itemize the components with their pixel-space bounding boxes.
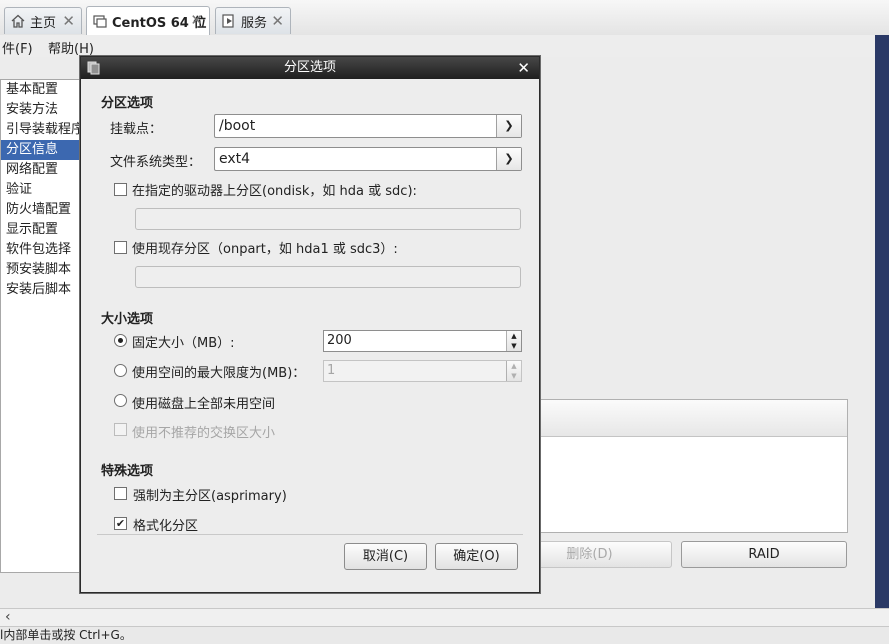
sidebar-item-firewall[interactable]: 防火墙配置 [1,200,81,220]
close-icon[interactable]: ✕ [190,11,203,29]
fs-type-label: 文件系统类型： [110,155,202,170]
tab-services[interactable]: 服务 ✕ [215,7,291,34]
vm-icon [93,15,107,28]
dialog-title: 分区选项 [283,60,336,75]
partition-options-dialog: 分区选项 ✕ 分区选项 挂载点： /boot ❯ 文件系统类型： ext4 ❯ … [80,56,540,593]
dialog-separator [97,534,523,535]
chevron-down-icon[interactable]: ❯ [496,115,521,137]
tab-centos[interactable]: CentOS 64 位 ✕ [86,6,210,35]
close-icon[interactable]: ✕ [517,57,530,79]
spin-arrows-icon[interactable]: ▲ ▼ [506,331,521,351]
onpart-label[interactable]: 使用现存分区（onpart，如 hda1 或 sdc3）: [132,238,398,257]
section-special-heading: 特殊选项 [101,464,154,479]
partition-table-header [538,400,847,437]
sidebar-item-network[interactable]: 网络配置 [1,160,81,180]
asprimary-checkbox[interactable] [114,487,127,500]
swap-checkbox[interactable] [114,423,127,436]
mount-point-value[interactable]: /boot [219,118,255,134]
max-size-spinner[interactable]: 1 ▲ ▼ [323,360,522,382]
close-icon[interactable]: ✕ [271,12,284,30]
sidebar-item-bootloader[interactable]: 引导装载程序 [1,120,81,140]
asprimary-label[interactable]: 强制为主分区(asprimary) [133,485,287,504]
close-icon[interactable]: ✕ [62,12,75,30]
sidebar-item-install-method[interactable]: 安装方法 [1,100,81,120]
spin-arrows-icon[interactable]: ▲ ▼ [506,361,521,381]
fixed-size-spinner[interactable]: 200 ▲ ▼ [323,330,522,352]
onpart-checkbox[interactable] [114,241,127,254]
partition-table[interactable] [537,399,848,533]
mount-point-combo[interactable]: /boot ❯ [214,114,522,138]
tab-label: 服务 [241,15,268,31]
max-size-label[interactable]: 使用空间的最大限度为(MB)： [132,362,305,381]
sidebar-item-auth[interactable]: 验证 [1,180,81,200]
section-size-heading: 大小选项 [101,312,154,327]
tab-home[interactable]: 主页 ✕ [4,7,82,34]
ok-button[interactable]: 确定(O) [435,543,518,570]
ondisk-checkbox[interactable] [114,183,127,196]
horizontal-scrollbar[interactable]: ‹ [0,608,889,626]
fixed-size-label[interactable]: 固定大小（MB）: [132,332,235,351]
cancel-button[interactable]: 取消(C) [344,543,427,570]
sidebar-item-pre-script[interactable]: 预安装脚本 [1,260,81,280]
format-label[interactable]: 格式化分区 [133,515,198,534]
mount-point-label: 挂载点： [110,122,163,137]
home-icon [11,14,25,28]
fs-type-value: ext4 [219,151,251,167]
menu-bar: 件(F) 帮助(H) [0,35,889,58]
ondisk-label[interactable]: 在指定的驱动器上分区(ondisk，如 hda 或 sdc): [132,180,417,199]
sidebar-item-packages[interactable]: 软件包选择 [1,240,81,260]
sidebar-item-partition[interactable]: 分区信息 [1,140,81,160]
fixed-size-radio[interactable] [114,334,127,347]
config-sidebar: 基本配置 安装方法 引导装载程序 分区信息 网络配置 验证 防火墙配置 显示配置… [0,79,82,573]
onpart-input[interactable] [135,266,521,288]
tab-label: 主页 [30,15,57,31]
fs-type-combo[interactable]: ext4 ❯ [214,147,522,171]
menu-file[interactable]: 件(F) [2,38,33,57]
chevron-down-icon[interactable]: ❯ [496,148,521,170]
ondisk-input[interactable] [135,208,521,230]
sidebar-item-basic[interactable]: 基本配置 [1,80,81,100]
fill-disk-label[interactable]: 使用磁盘上全部未用空间 [132,393,275,412]
radio-selected-dot [118,338,123,343]
max-size-value[interactable]: 1 [327,363,335,378]
swap-label: 使用不推荐的交换区大小 [132,426,276,441]
sidebar-item-post-script[interactable]: 安装后脚本 [1,280,81,300]
vmware-tab-bar: 主页 ✕ CentOS 64 位 ✕ 服务 ✕ [0,0,889,36]
services-icon [222,14,234,28]
app-icon [87,61,100,75]
fixed-size-value[interactable]: 200 [327,333,352,348]
max-size-radio[interactable] [114,364,127,377]
section-partition-heading: 分区选项 [101,96,154,111]
scroll-left-icon[interactable]: ‹ [5,609,11,625]
raid-button[interactable]: RAID [681,541,847,568]
desktop-edge [875,35,889,608]
menu-help[interactable]: 帮助(H) [48,38,94,57]
format-checkbox[interactable]: ✔ [114,517,127,530]
status-bar: l内部单击或按 Ctrl+G。 [0,626,889,644]
fill-disk-radio[interactable] [114,394,127,407]
sidebar-item-display[interactable]: 显示配置 [1,220,81,240]
dialog-title-bar[interactable]: 分区选项 ✕ [81,57,539,79]
